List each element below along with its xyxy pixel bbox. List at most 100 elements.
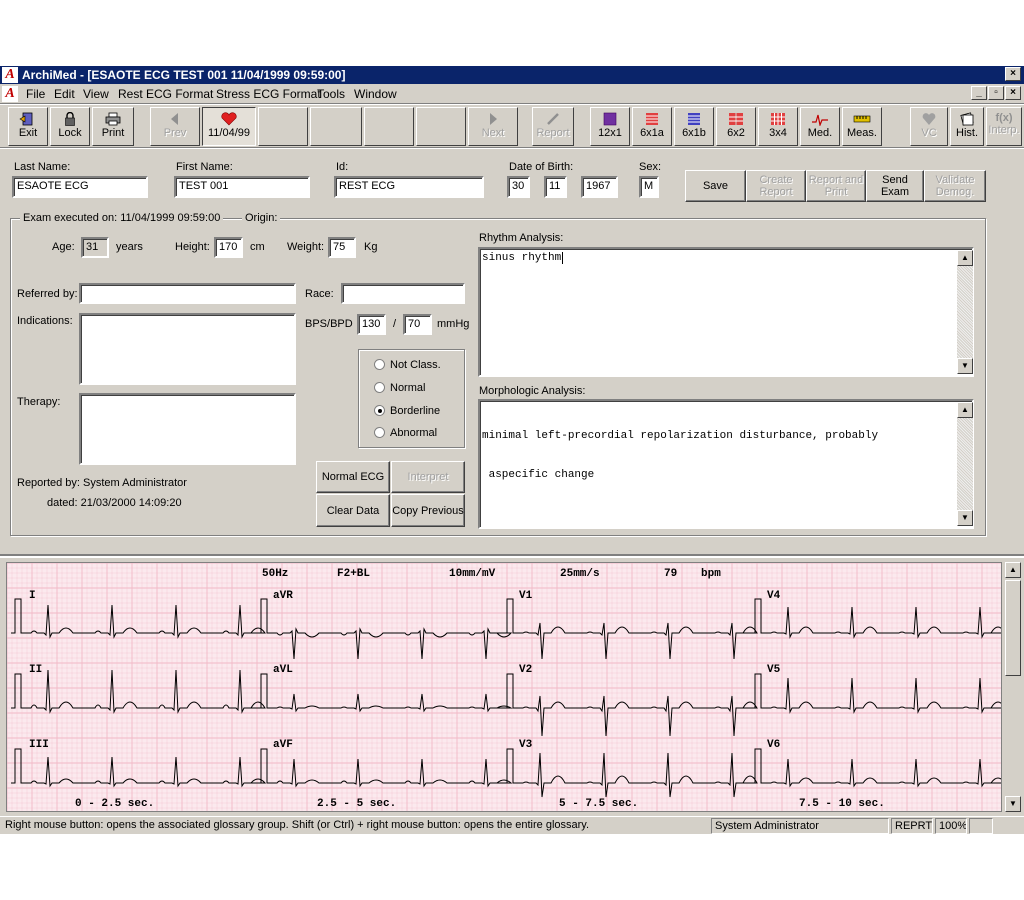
time-label: 0 - 2.5 sec. — [75, 798, 154, 810]
scroll-up-icon[interactable]: ▲ — [1005, 562, 1021, 578]
ecg-heart-rate-unit: bpm — [701, 568, 721, 580]
clear-data-button[interactable]: Clear Data — [316, 494, 390, 527]
menu-bar: A File Edit View Rest ECG Format Stress … — [0, 84, 1024, 104]
referred-by-label: Referred by: — [17, 288, 78, 300]
window-close-button[interactable]: × — [1005, 67, 1021, 81]
median-button[interactable]: Med. — [800, 107, 840, 146]
exam-date-tab[interactable]: 11/04/99 — [202, 107, 256, 146]
report-and-print-button[interactable]: Report and Print — [806, 170, 866, 202]
report-button[interactable]: Report — [532, 107, 574, 146]
sex-field[interactable]: M — [639, 176, 659, 198]
menu-file[interactable]: File — [26, 87, 45, 101]
radio-not-classified[interactable]: Not Class. — [374, 359, 441, 371]
lock-label: Lock — [58, 127, 82, 139]
dob-month-field[interactable]: 11 — [544, 176, 567, 198]
lead-label: V6 — [767, 739, 780, 751]
referred-by-field[interactable] — [79, 283, 296, 304]
menu-stress-ecg-format[interactable]: Stress ECG Format — [216, 87, 321, 101]
weight-field[interactable]: 75 — [328, 237, 356, 258]
history-button[interactable]: Hist. — [950, 107, 984, 146]
menu-rest-ecg-format[interactable]: Rest ECG Format — [118, 87, 213, 101]
print-button[interactable]: Print — [92, 107, 134, 146]
child-close-button[interactable]: × — [1005, 86, 1021, 100]
dob-day-field[interactable]: 30 — [507, 176, 530, 198]
text-cursor — [562, 252, 564, 264]
race-field[interactable] — [341, 283, 465, 304]
dob-year-field[interactable]: 1967 — [581, 176, 618, 198]
interpret-button[interactable]: Interpret — [391, 461, 465, 493]
empty-exam-slot-2[interactable] — [310, 107, 362, 146]
format-6x2-label: 6x2 — [727, 127, 745, 139]
radio-borderline[interactable]: Borderline — [374, 405, 440, 417]
first-name-label: First Name: — [176, 161, 233, 173]
report-pen-icon — [547, 113, 559, 125]
morphologic-text-line-2: aspecific change — [482, 469, 595, 481]
scroll-up-icon[interactable]: ▲ — [957, 402, 973, 418]
age-field: 31 — [81, 237, 109, 258]
interpretation-button[interactable]: f(x) Interp. — [986, 107, 1022, 146]
menu-tools[interactable]: Tools — [317, 87, 345, 101]
lead-label: aVF — [273, 739, 293, 751]
patient-id-field[interactable]: REST ECG — [334, 176, 484, 198]
bp-separator: / — [393, 318, 397, 330]
lead-label: aVL — [273, 664, 293, 676]
menu-view[interactable]: View — [83, 87, 109, 101]
age-unit: years — [116, 241, 143, 253]
document-logo-icon[interactable]: A — [2, 86, 18, 102]
scroll-down-icon[interactable]: ▼ — [957, 510, 973, 526]
create-report-button[interactable]: Create Report — [746, 170, 806, 202]
lead-label: I — [29, 590, 36, 602]
morphologic-analysis-textarea[interactable]: minimal left-precordial repolarization d… — [478, 399, 974, 529]
status-mode: REPRT — [891, 818, 933, 834]
child-restore-button[interactable]: ▫ — [988, 86, 1004, 100]
exit-button[interactable]: Exit — [8, 107, 48, 146]
empty-exam-slot-3[interactable] — [364, 107, 414, 146]
therapy-label: Therapy: — [17, 396, 61, 408]
scroll-up-icon[interactable]: ▲ — [957, 250, 973, 266]
radio-abnormal[interactable]: Abnormal — [374, 427, 437, 439]
format-6x2-button[interactable]: 6x2 — [716, 107, 756, 146]
radio-dot-icon — [374, 382, 385, 393]
next-button[interactable]: Next — [468, 107, 518, 146]
bpd-field[interactable]: 70 — [403, 314, 432, 335]
empty-exam-slot-4[interactable] — [416, 107, 466, 146]
time-label: 7.5 - 10 sec. — [799, 798, 885, 810]
ecg-tracing-area[interactable]: 50Hz F2+BL 10mm/mV 25mm/s 79 bpm I aVR V… — [6, 562, 1002, 812]
ecg-time-labels: 0 - 2.5 sec. 2.5 - 5 sec. 5 - 7.5 sec. 7… — [75, 798, 885, 810]
scroll-thumb[interactable] — [1005, 580, 1021, 676]
indications-field[interactable] — [79, 313, 296, 385]
morphologic-analysis-label: Morphologic Analysis: — [479, 385, 586, 397]
lock-button[interactable]: Lock — [50, 107, 90, 146]
save-button[interactable]: Save — [685, 170, 746, 202]
send-exam-button[interactable]: Send Exam — [866, 170, 924, 202]
prev-button[interactable]: Prev — [150, 107, 200, 146]
menu-window[interactable]: Window — [354, 87, 397, 101]
morphologic-scrollbar[interactable]: ▲ ▼ — [957, 402, 973, 526]
rhythm-analysis-textarea[interactable]: sinus rhythm — [478, 247, 974, 377]
height-field[interactable]: 170 — [214, 237, 243, 258]
format-3x4-button[interactable]: 3x4 — [758, 107, 798, 146]
bps-field[interactable]: 130 — [357, 314, 386, 335]
scroll-down-icon[interactable]: ▼ — [1005, 796, 1021, 812]
lead-label: aVR — [273, 590, 293, 602]
ecg-vertical-scrollbar[interactable]: ▲ ▼ — [1005, 562, 1021, 812]
menu-edit[interactable]: Edit — [54, 87, 75, 101]
measure-button[interactable]: Meas. — [842, 107, 882, 146]
normal-ecg-button[interactable]: Normal ECG — [316, 461, 390, 493]
lead-label: III — [29, 739, 49, 751]
first-name-field[interactable]: TEST 001 — [174, 176, 310, 198]
scroll-down-icon[interactable]: ▼ — [957, 358, 973, 374]
format-6x1b-button[interactable]: 6x1b — [674, 107, 714, 146]
radio-normal[interactable]: Normal — [374, 382, 425, 394]
validate-demographics-button[interactable]: Validate Demog. — [924, 170, 986, 202]
last-name-field[interactable]: ESAOTE ECG — [12, 176, 148, 198]
status-zoom: 100% — [935, 818, 967, 834]
therapy-field[interactable] — [79, 393, 296, 465]
empty-exam-slot-1[interactable] — [258, 107, 308, 146]
format-12x1-button[interactable]: 12x1 — [590, 107, 630, 146]
child-minimize-button[interactable]: _ — [971, 86, 987, 100]
rhythm-scrollbar[interactable]: ▲ ▼ — [957, 250, 973, 374]
format-6x1a-button[interactable]: 6x1a — [632, 107, 672, 146]
vectorcardiogram-button[interactable]: VC — [910, 107, 948, 146]
copy-previous-button[interactable]: Copy Previous — [391, 494, 465, 527]
